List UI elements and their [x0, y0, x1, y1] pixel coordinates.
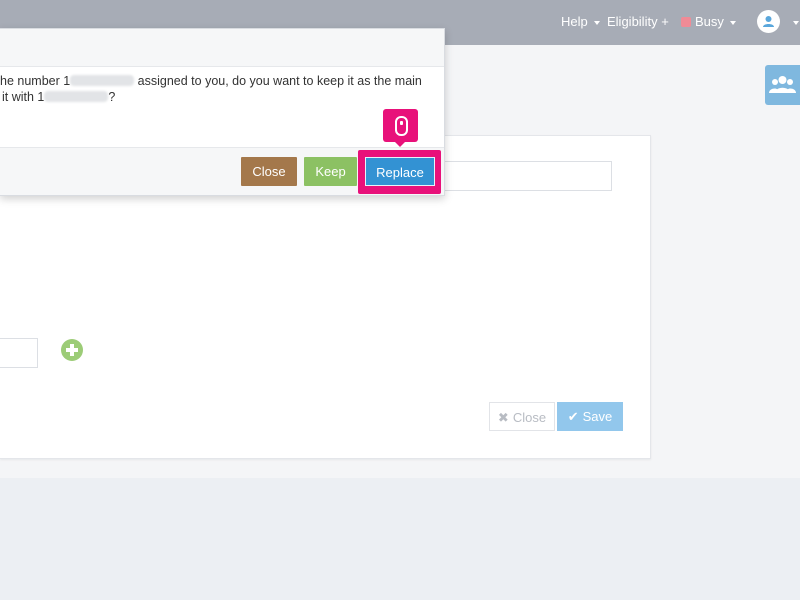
message-line2-suffix: ? — [108, 90, 116, 104]
avatar-menu-toggle[interactable] — [787, 0, 799, 45]
message-line1-suffix: assigned to you, do you want to keep it … — [137, 74, 422, 88]
message-line2-prefix: it with 1 — [2, 90, 45, 104]
form-close-label: Close — [512, 410, 547, 425]
click-indicator-tail — [394, 141, 406, 147]
form-save-label: Save — [582, 409, 613, 424]
eligibility-label: Eligibility — [607, 14, 658, 29]
page-footer-area — [0, 478, 800, 600]
redacted-number — [70, 75, 135, 86]
number-input[interactable] — [0, 338, 38, 368]
users-group-icon — [769, 76, 796, 93]
status-indicator — [681, 17, 691, 27]
form-text-input[interactable] — [442, 161, 612, 191]
modal-message-line-1: he number 1 assigned to you, do you want… — [0, 73, 430, 89]
team-button[interactable] — [765, 65, 800, 105]
modal-message: he number 1 assigned to you, do you want… — [0, 73, 430, 105]
chevron-down-icon — [593, 20, 600, 25]
status-label: Busy — [695, 14, 724, 29]
plus-circle-icon[interactable] — [61, 339, 83, 361]
check-circle-icon: ✔ — [567, 409, 579, 424]
status-menu[interactable]: Busy — [681, 0, 736, 45]
help-menu[interactable]: Help — [561, 0, 600, 45]
form-close-button[interactable]: ✖ Close — [489, 402, 555, 431]
modal-replace-button[interactable]: Replace — [365, 157, 435, 186]
modal-header — [0, 29, 444, 67]
user-icon — [763, 16, 774, 27]
times-icon: ✖ — [497, 410, 509, 425]
eligibility-plus: + — [661, 14, 669, 29]
eligibility-menu[interactable]: Eligibility + — [607, 0, 669, 45]
help-label: Help — [561, 14, 588, 29]
mouse-icon — [395, 116, 408, 136]
modal-message-line-2: it with 1? — [0, 89, 430, 105]
modal-keep-button[interactable]: Keep — [304, 157, 357, 186]
chevron-down-icon — [729, 20, 736, 25]
chevron-down-icon — [793, 20, 799, 25]
redacted-number — [44, 91, 109, 102]
avatar[interactable] — [757, 10, 780, 33]
modal-close-button[interactable]: Close — [241, 157, 297, 186]
message-line1-prefix: he number 1 — [0, 74, 71, 88]
form-save-button[interactable]: ✔ Save — [557, 402, 623, 431]
